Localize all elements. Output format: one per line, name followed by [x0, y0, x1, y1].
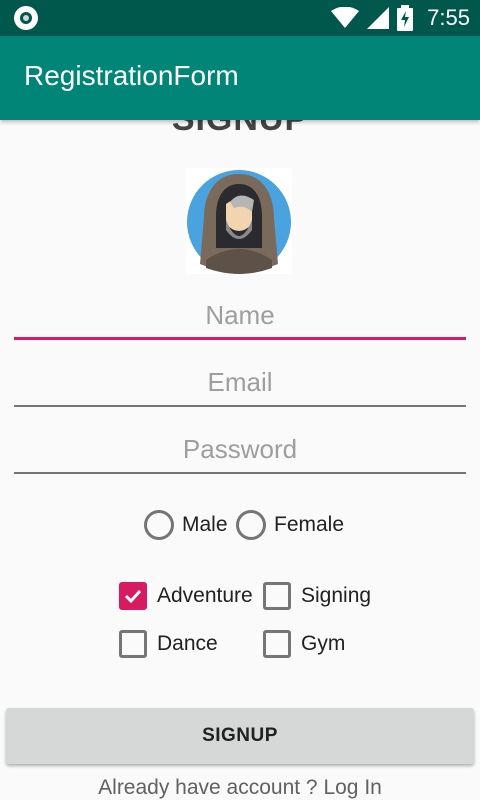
checkbox-empty-icon — [263, 630, 291, 658]
login-link[interactable]: Already have account ? Log In — [0, 776, 480, 800]
checkbox-empty-icon — [119, 630, 147, 658]
email-underline — [14, 405, 466, 407]
checkbox-adventure-label: Adventure — [157, 584, 253, 607]
radio-male-label: Male — [182, 513, 228, 536]
name-underline — [14, 337, 466, 340]
checkbox-signing-label: Signing — [301, 584, 372, 607]
checkbox-signing[interactable]: Signing — [263, 582, 371, 610]
signup-button[interactable]: SIGNUP — [6, 708, 474, 764]
radio-male[interactable]: Male — [144, 510, 228, 540]
checkbox-gym[interactable]: Gym — [263, 630, 345, 658]
checkbox-checked-icon — [119, 582, 147, 610]
status-icons: 7:55 — [331, 0, 470, 36]
status-bar: 7:55 — [0, 0, 480, 36]
checkbox-empty-icon — [263, 582, 291, 610]
app-bar: RegistrationForm — [0, 36, 480, 120]
radio-circle-icon — [144, 510, 174, 540]
password-placeholder: Password — [182, 434, 298, 464]
radio-female-label: Female — [274, 513, 345, 536]
checkbox-dance[interactable]: Dance — [119, 630, 218, 658]
name-placeholder: Name — [205, 300, 275, 330]
password-field[interactable]: Password — [14, 428, 466, 474]
password-underline — [14, 472, 466, 474]
name-field[interactable]: Name — [14, 294, 466, 340]
radio-female[interactable]: Female — [236, 510, 344, 540]
email-placeholder: Email — [207, 367, 273, 397]
checkbox-dance-label: Dance — [157, 632, 218, 655]
battery-charging-icon — [397, 5, 414, 31]
signal-icon — [367, 7, 390, 29]
notification-dot-icon — [14, 6, 38, 30]
wifi-icon — [331, 7, 360, 28]
radio-circle-icon — [236, 510, 266, 540]
checkbox-adventure[interactable]: Adventure — [119, 582, 253, 610]
gender-radio-group: Male Female — [0, 510, 480, 542]
email-field[interactable]: Email — [14, 361, 466, 407]
status-time: 7:55 — [427, 5, 470, 30]
avatar[interactable] — [186, 168, 292, 274]
app-title: RegistrationForm — [24, 60, 239, 91]
checkbox-gym-label: Gym — [301, 632, 346, 655]
hooded-man-avatar-icon — [187, 170, 291, 274]
